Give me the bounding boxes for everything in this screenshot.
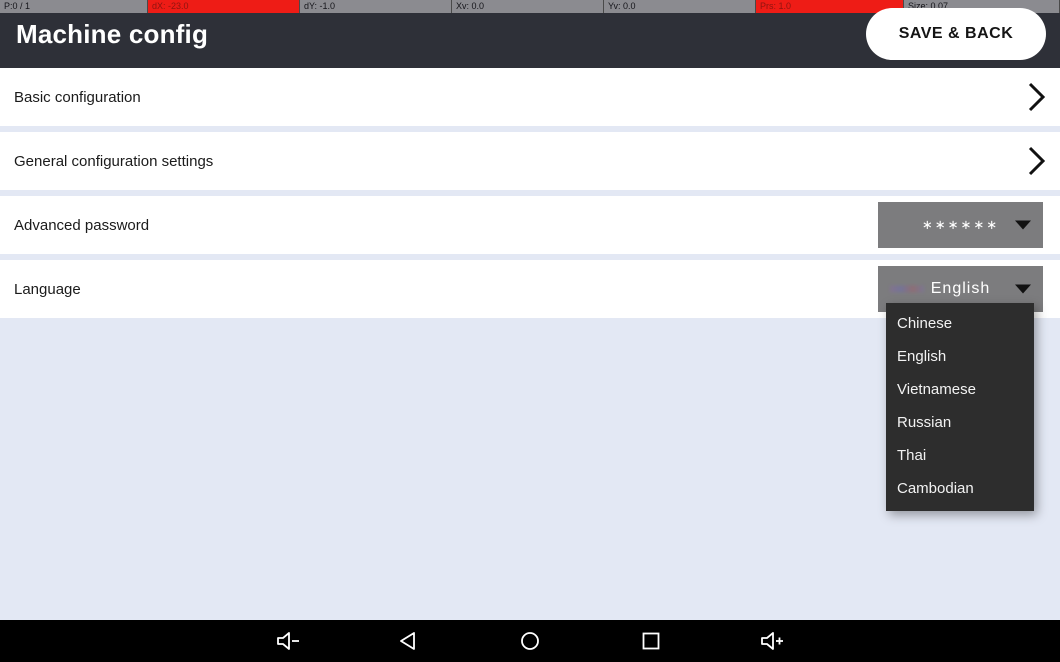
settings-row-1[interactable]: General configuration settings (0, 132, 1060, 190)
save-and-back-button[interactable]: SAVE & BACK (866, 8, 1046, 60)
back-triangle-icon[interactable] (386, 623, 432, 659)
dropdown-option-chinese[interactable]: Chinese (886, 307, 1034, 340)
settings-row-spinner[interactable]: ∗∗∗∗∗∗ (878, 202, 1043, 248)
chevron-down-icon[interactable] (1015, 284, 1031, 294)
spinner-value: ∗∗∗∗∗∗ (921, 217, 1000, 232)
dropdown-option-russian[interactable]: Russian (886, 406, 1034, 439)
settings-list: Basic configuration General configuration… (0, 68, 1060, 324)
dropdown-option-thai[interactable]: Thai (886, 439, 1034, 472)
status-segment-4: Yv: 0.0 (604, 0, 756, 13)
settings-row-label: Basic configuration (14, 88, 141, 106)
settings-row-label: Language (14, 280, 81, 298)
dropdown-option-cambodian[interactable]: Cambodian (886, 472, 1034, 505)
settings-row-label: Advanced password (14, 216, 150, 234)
settings-row-label: General configuration settings (14, 152, 214, 170)
page-title: Machine config (16, 19, 209, 49)
status-segment-0: P:0 / 1 (0, 0, 148, 13)
home-circle-icon[interactable] (507, 623, 553, 659)
dropdown-option-vietnamese[interactable]: Vietnamese (886, 373, 1034, 406)
status-segment-3: Xv: 0.0 (452, 0, 604, 13)
dropdown-option-english[interactable]: English (886, 340, 1034, 373)
spinner-value: English (930, 280, 991, 297)
chevron-down-icon[interactable] (1015, 220, 1031, 230)
chevron-right-icon[interactable] (1024, 144, 1050, 178)
language-dropdown-menu[interactable]: Chinese English Vietnamese Russian Thai Cambo… (886, 303, 1034, 511)
android-navigation-bar (0, 620, 1060, 662)
status-segment-2: dY: -1.0 (300, 0, 452, 13)
volume-up-icon[interactable] (749, 623, 795, 659)
chevron-right-icon[interactable] (1024, 80, 1050, 114)
spinner-render-artifact (890, 285, 924, 293)
settings-row-2[interactable]: Advanced password ∗∗∗∗∗∗ (0, 196, 1060, 254)
status-segment-1: dX: -23.0 (148, 0, 300, 13)
volume-down-icon[interactable] (265, 623, 311, 659)
settings-row-0[interactable]: Basic configuration (0, 68, 1060, 126)
recents-square-icon[interactable] (628, 623, 674, 659)
